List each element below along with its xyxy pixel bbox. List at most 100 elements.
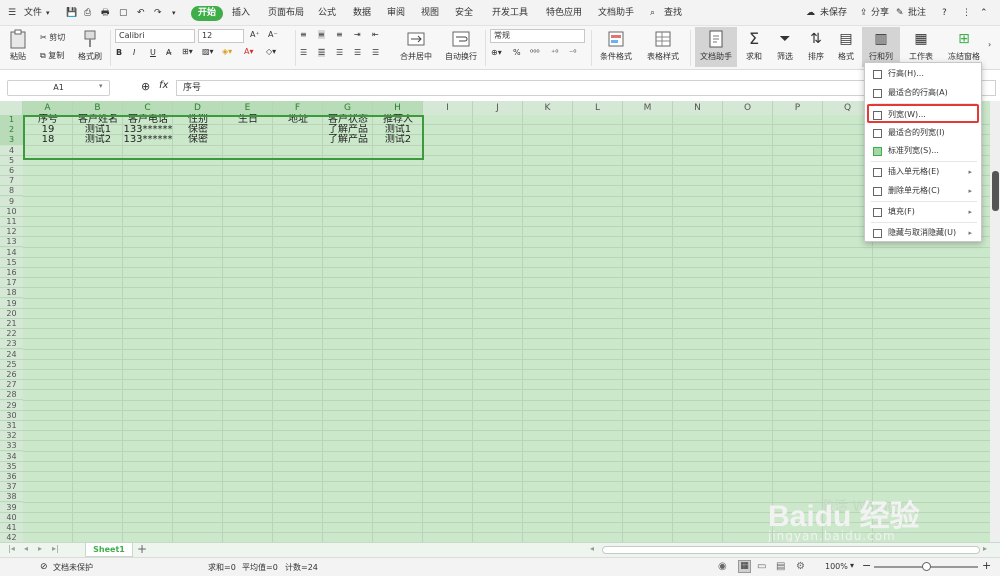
help-icon[interactable]: ?: [942, 0, 947, 26]
save-icon[interactable]: 💾: [66, 0, 77, 26]
align-top-icon[interactable]: ≡: [300, 30, 307, 39]
column-header-c[interactable]: C: [123, 101, 173, 115]
auto-wrap-button[interactable]: 自动换行: [442, 29, 480, 62]
select-all-corner[interactable]: [0, 101, 23, 115]
row-header-36[interactable]: 36: [0, 472, 23, 482]
column-header-h[interactable]: H: [373, 101, 423, 115]
add-sheet-icon[interactable]: +: [137, 542, 147, 556]
eye-protect-icon[interactable]: ◉: [718, 561, 727, 572]
normal-view-icon[interactable]: ▦: [738, 560, 751, 573]
filter-button[interactable]: ⏷ 筛选: [773, 29, 797, 62]
column-header-p[interactable]: P: [773, 101, 823, 115]
fill-color-icon[interactable]: ◈▾: [222, 47, 232, 56]
row-header-23[interactable]: 23: [0, 339, 23, 350]
row-header-28[interactable]: 28: [0, 390, 23, 401]
row-header-24[interactable]: 24: [0, 349, 23, 360]
zoom-slider-thumb[interactable]: [922, 562, 931, 571]
zoom-dropdown-icon[interactable]: ▾: [850, 561, 854, 570]
underline-icon[interactable]: U: [150, 48, 156, 57]
row-header-34[interactable]: 34: [0, 451, 23, 462]
paste-button[interactable]: 粘贴: [8, 29, 28, 62]
column-header-j[interactable]: J: [473, 101, 523, 115]
format-painter-button[interactable]: 格式刷: [74, 29, 106, 62]
name-box[interactable]: A1: [7, 80, 110, 96]
tab-page-layout[interactable]: 页面布局: [268, 0, 304, 26]
zoom-formula-icon[interactable]: ⊕: [141, 80, 150, 93]
column-header-n[interactable]: N: [673, 101, 723, 115]
menu-item-delete-cells[interactable]: 删除单元格(C) ▸: [868, 182, 978, 200]
thousands-icon[interactable]: ⁰⁰⁰: [530, 48, 540, 57]
column-header-m[interactable]: M: [623, 101, 673, 115]
vertical-scrollbar[interactable]: [990, 101, 1000, 542]
freeze-button[interactable]: ⊞ 冻结窗格: [942, 29, 986, 62]
undo-icon[interactable]: ↶: [137, 0, 145, 26]
currency-icon[interactable]: ⊕▾: [491, 48, 502, 57]
row-header-20[interactable]: 20: [0, 308, 23, 319]
tab-security[interactable]: 安全: [455, 0, 473, 26]
row-header-12[interactable]: 12: [0, 227, 23, 238]
tab-review[interactable]: 审阅: [387, 0, 405, 26]
print-icon[interactable]: 🖶: [101, 0, 110, 26]
tab-home[interactable]: 开始: [191, 6, 224, 21]
preview-icon[interactable]: ▢: [119, 0, 128, 26]
row-header-38[interactable]: 38: [0, 492, 23, 503]
percent-icon[interactable]: %: [513, 48, 521, 57]
row-header-19[interactable]: 19: [0, 298, 23, 309]
menu-item-row-height[interactable]: 行高(H)...: [868, 65, 978, 83]
column-header-a[interactable]: A: [23, 101, 73, 115]
tab-view[interactable]: 视图: [421, 0, 439, 26]
column-header-l[interactable]: L: [573, 101, 623, 115]
redo-icon[interactable]: ↷: [154, 0, 162, 26]
grow-font-icon[interactable]: A⁺: [250, 30, 260, 39]
menu-item-standard-width[interactable]: 标准列宽(S)...: [868, 142, 978, 160]
protection-status[interactable]: 文档未保护: [53, 562, 93, 573]
sum-button[interactable]: Σ 求和: [742, 29, 766, 62]
row-header-3[interactable]: 3: [0, 135, 23, 146]
strike-icon[interactable]: A̶: [166, 48, 171, 57]
first-sheet-icon[interactable]: |◂: [8, 544, 15, 553]
row-header-7[interactable]: 7: [0, 176, 23, 187]
row-header-25[interactable]: 25: [0, 359, 23, 370]
hamburger-icon[interactable]: ☰: [8, 0, 16, 26]
font-color-icon[interactable]: A▾: [244, 47, 254, 56]
sort-button[interactable]: ⇅ 排序: [804, 29, 828, 62]
file-menu[interactable]: 文件: [24, 0, 42, 26]
align-right-icon[interactable]: ☰: [336, 48, 343, 57]
name-box-chevron-icon[interactable]: ▾: [99, 82, 103, 90]
row-header-1[interactable]: 1: [0, 115, 23, 125]
export-icon[interactable]: ⎙: [84, 0, 91, 26]
column-header-o[interactable]: O: [723, 101, 773, 115]
row-header-41[interactable]: 41: [0, 523, 23, 533]
column-header-k[interactable]: K: [523, 101, 573, 115]
menu-item-autofit-row[interactable]: 最适合的行高(A): [868, 84, 978, 102]
menu-item-autofit-column[interactable]: 最适合的列宽(I): [868, 124, 978, 142]
row-header-21[interactable]: 21: [0, 319, 23, 329]
column-header-i[interactable]: I: [423, 101, 473, 115]
row-header-13[interactable]: 13: [0, 237, 23, 248]
fill-style-icon[interactable]: ▨▾: [202, 47, 214, 56]
row-header-9[interactable]: 9: [0, 196, 23, 207]
row-header-8[interactable]: 8: [0, 186, 23, 197]
comment-icon[interactable]: ✎: [896, 0, 904, 26]
last-sheet-icon[interactable]: ▸|: [52, 544, 59, 553]
outdent-icon[interactable]: ⇤: [372, 30, 379, 39]
bold-icon[interactable]: B: [116, 48, 122, 57]
align-center-icon[interactable]: ☰: [318, 48, 326, 57]
column-header-d[interactable]: D: [173, 101, 223, 115]
zoom-in-icon[interactable]: +: [982, 559, 991, 572]
row-header-10[interactable]: 10: [0, 206, 23, 217]
menu-item-fill[interactable]: 填充(F) ▸: [868, 203, 978, 221]
prev-sheet-icon[interactable]: ◂: [24, 544, 28, 553]
row-header-22[interactable]: 22: [0, 329, 23, 340]
row-header-40[interactable]: 40: [0, 512, 23, 523]
next-sheet-icon[interactable]: ▸: [38, 544, 42, 553]
tab-developer[interactable]: 开发工具: [492, 0, 528, 26]
column-header-g[interactable]: G: [323, 101, 373, 115]
row-header-42[interactable]: 42: [0, 533, 23, 542]
row-header-30[interactable]: 30: [0, 410, 23, 421]
search-button[interactable]: 查找: [664, 0, 682, 26]
row-header-4[interactable]: 4: [0, 145, 23, 156]
merge-center-button[interactable]: 合并居中: [396, 29, 436, 62]
more-chevron-icon[interactable]: ▾: [172, 0, 176, 26]
comment-button[interactable]: 批注: [908, 0, 926, 26]
